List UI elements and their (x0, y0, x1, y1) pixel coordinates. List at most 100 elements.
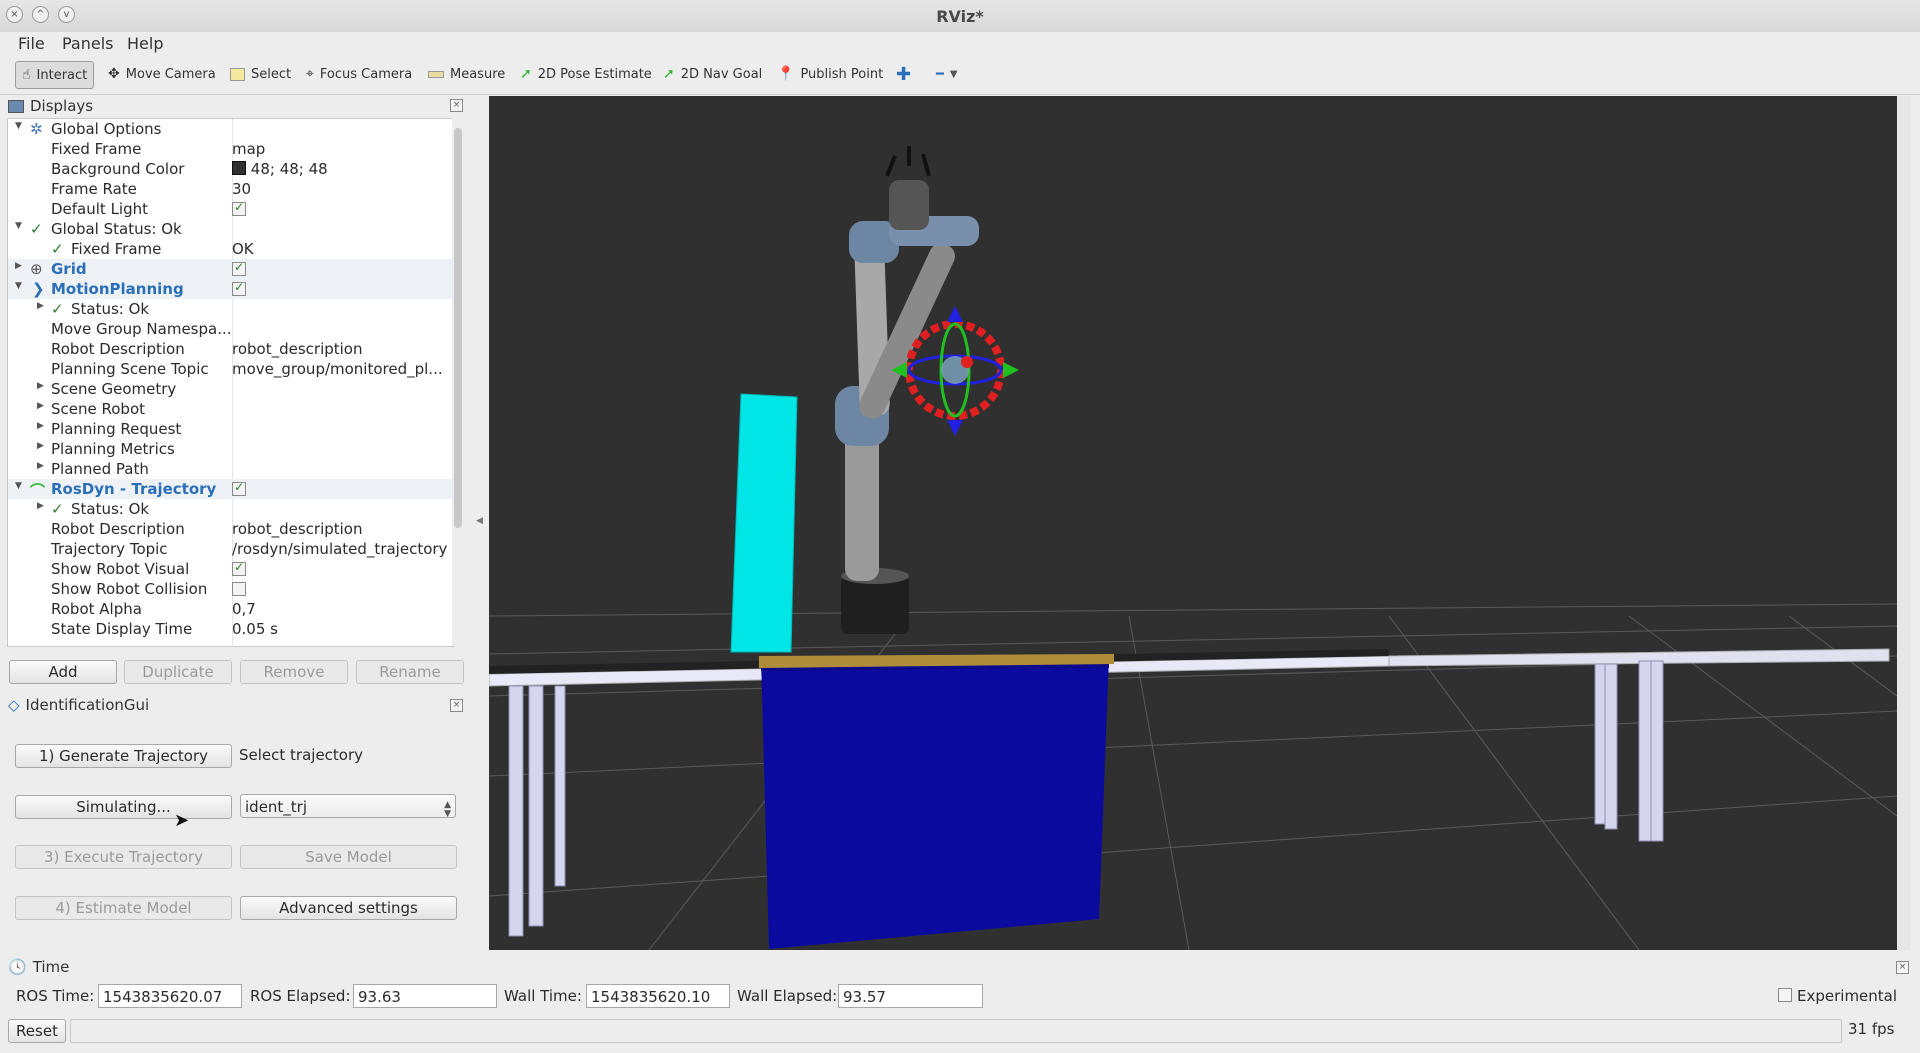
viewport-right-splitter[interactable] (1898, 96, 1910, 950)
collapsed-arrow-icon[interactable]: ▶ (37, 401, 44, 411)
collapsed-arrow-icon[interactable]: ▶ (37, 421, 44, 431)
tree-value[interactable] (232, 480, 246, 498)
tree-value[interactable] (232, 200, 246, 218)
tree-row-grid[interactable]: ▶ ⊕ Grid (8, 259, 453, 279)
tree-value[interactable] (232, 280, 246, 298)
close-panel-icon[interactable]: × (450, 99, 463, 112)
tool-interact[interactable]: ☝ Interact (15, 61, 95, 89)
reset-button[interactable]: Reset (8, 1019, 66, 1043)
checkbox-checked[interactable] (232, 280, 246, 296)
collapsed-arrow-icon[interactable]: ▶ (37, 501, 44, 511)
tree-key: Scene Robot (51, 400, 146, 418)
scrollbar-thumb[interactable] (454, 128, 462, 528)
wall-time-field[interactable]: 1543835620.10 (586, 984, 730, 1008)
displays-scrollbar[interactable] (452, 118, 464, 645)
color-swatch[interactable] (232, 161, 246, 175)
splitter-left-arrow-icon[interactable]: ◀ (476, 516, 483, 526)
tree-row[interactable]: ▶ Scene Robot (8, 399, 453, 419)
add-button[interactable]: Add (9, 660, 117, 684)
menu-panels[interactable]: Panels (62, 34, 114, 53)
tree-row[interactable]: Robot Description robot_description (8, 339, 453, 359)
close-panel-icon[interactable]: × (450, 699, 463, 712)
menu-help[interactable]: Help (127, 34, 163, 53)
checkbox-checked[interactable] (232, 560, 246, 576)
remove-tool-button[interactable]: ━ ▼ (936, 61, 958, 87)
checkbox-checked[interactable] (232, 200, 246, 216)
tree-row[interactable]: Planning Scene Topic move_group/monitore… (8, 359, 453, 379)
ros-time-field[interactable]: 1543835620.07 (98, 984, 242, 1008)
tree-row[interactable]: ▶ Planning Request (8, 419, 453, 439)
duplicate-button[interactable]: Duplicate (124, 660, 232, 684)
tree-value[interactable] (232, 260, 246, 278)
close-panel-icon[interactable]: × (1896, 961, 1909, 974)
expand-arrow-icon[interactable]: ▼ (15, 281, 22, 291)
collapsed-arrow-icon[interactable]: ▶ (37, 381, 44, 391)
tree-value[interactable] (232, 580, 246, 598)
tree-value[interactable]: map (232, 140, 265, 158)
collapsed-arrow-icon[interactable]: ▶ (15, 261, 22, 271)
trajectory-select[interactable]: ident_trj ▲ ▼ (240, 794, 456, 819)
collapsed-arrow-icon[interactable]: ▶ (37, 461, 44, 471)
tree-row[interactable]: ▼ ✓ Global Status: Ok (8, 219, 453, 239)
tree-value[interactable]: 0.05 s (232, 620, 278, 638)
collapsed-arrow-icon[interactable]: ▶ (37, 441, 44, 451)
tree-row[interactable]: State Display Time 0.05 s (8, 619, 453, 639)
tree-row[interactable]: Background Color 48; 48; 48 (8, 159, 453, 179)
tree-row-global-options[interactable]: ▼ ✲ Global Options (8, 119, 453, 139)
tree-row[interactable]: ✓ Fixed Frame OK (8, 239, 453, 259)
expand-arrow-icon[interactable]: ▼ (15, 481, 22, 491)
tree-value[interactable] (232, 560, 246, 578)
wall-elapsed-field[interactable]: 93.57 (838, 984, 983, 1008)
simulating-button[interactable]: Simulating... (15, 795, 232, 819)
tree-value[interactable]: 48; 48; 48 (232, 160, 328, 178)
experimental-checkbox[interactable] (1778, 988, 1792, 1002)
tree-row[interactable]: Show Robot Visual (8, 559, 453, 579)
remove-button[interactable]: Remove (240, 660, 348, 684)
execute-trajectory-button[interactable]: 3) Execute Trajectory (15, 845, 232, 869)
tree-row[interactable]: Default Light (8, 199, 453, 219)
tree-row[interactable]: Fixed Frame map (8, 139, 453, 159)
checkbox-unchecked[interactable] (232, 582, 246, 596)
tool-publish-point[interactable]: 📍 Publish Point (777, 61, 883, 87)
expand-arrow-icon[interactable]: ▼ (15, 221, 22, 231)
tree-row[interactable]: Show Robot Collision (8, 579, 453, 599)
clock-icon: 🕓 (8, 958, 27, 976)
tree-row[interactable]: ▶ Planning Metrics (8, 439, 453, 459)
3d-viewport[interactable] (489, 96, 1897, 950)
tree-value[interactable]: /rosdyn/simulated_trajectory (232, 540, 447, 558)
checkbox-checked[interactable] (232, 480, 246, 496)
menu-file[interactable]: File (18, 34, 45, 53)
tool-2d-pose-estimate[interactable]: ➚ 2D Pose Estimate (520, 61, 652, 87)
tree-row[interactable]: ▶ ✓ Status: Ok (8, 299, 453, 319)
save-model-button[interactable]: Save Model (240, 845, 457, 869)
tree-value[interactable]: 0,7 (232, 600, 256, 618)
tree-row[interactable]: Robot Description robot_description (8, 519, 453, 539)
tree-value[interactable]: robot_description (232, 340, 363, 358)
tree-row[interactable]: Move Group Namespa... (8, 319, 453, 339)
tree-row[interactable]: ▶ Scene Geometry (8, 379, 453, 399)
tree-value[interactable]: robot_description (232, 520, 363, 538)
tool-move-camera[interactable]: ✥ Move Camera (108, 61, 216, 87)
advanced-settings-button[interactable]: Advanced settings (240, 896, 457, 920)
tool-measure[interactable]: Measure (428, 61, 505, 87)
tree-row-motion-planning[interactable]: ▼ ❯ MotionPlanning (8, 279, 453, 299)
collapsed-arrow-icon[interactable]: ▶ (37, 301, 44, 311)
tree-row[interactable]: Trajectory Topic /rosdyn/simulated_traje… (8, 539, 453, 559)
tree-value[interactable]: move_group/monitored_pl... (232, 360, 443, 378)
add-tool-button[interactable]: ✚ (896, 61, 911, 87)
tree-row[interactable]: ▶ ✓ Status: Ok (8, 499, 453, 519)
generate-trajectory-button[interactable]: 1) Generate Trajectory (15, 744, 232, 768)
tree-row[interactable]: Frame Rate 30 (8, 179, 453, 199)
tree-row[interactable]: ▶ Planned Path (8, 459, 453, 479)
tool-focus-camera[interactable]: ⌖ Focus Camera (306, 61, 412, 87)
ros-elapsed-field[interactable]: 93.63 (353, 984, 497, 1008)
checkbox-checked[interactable] (232, 260, 246, 276)
tool-select[interactable]: Select (230, 61, 291, 87)
tree-value[interactable]: 30 (232, 180, 251, 198)
tree-row[interactable]: Robot Alpha 0,7 (8, 599, 453, 619)
tree-row-rosdyn-trajectory[interactable]: ▼ ⌒ RosDyn - Trajectory (8, 479, 453, 500)
tool-2d-nav-goal[interactable]: ➚ 2D Nav Goal (663, 61, 762, 87)
expand-arrow-icon[interactable]: ▼ (15, 121, 22, 131)
rename-button[interactable]: Rename (356, 660, 464, 684)
estimate-model-button[interactable]: 4) Estimate Model (15, 896, 232, 920)
